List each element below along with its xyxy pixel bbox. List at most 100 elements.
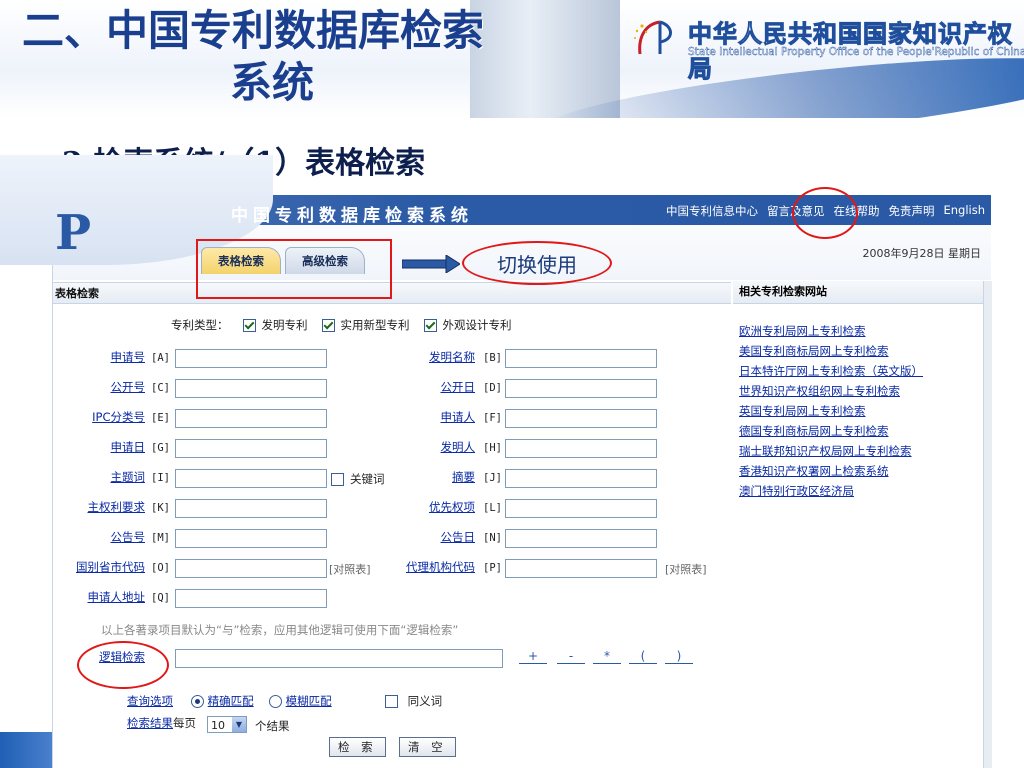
logic-search-input[interactable]	[175, 649, 503, 668]
radio-icon[interactable]	[191, 695, 204, 708]
field-label-priority[interactable]: 优先权项	[429, 499, 475, 515]
site-link[interactable]: 澳门特别行政区经济局	[739, 481, 923, 501]
op-lparen[interactable]: (	[629, 649, 657, 664]
field-label-agency-code[interactable]: 代理机构代码	[406, 559, 475, 575]
input-publication-no[interactable]	[175, 379, 327, 398]
op-or[interactable]: -	[557, 649, 585, 664]
field-label-ipc[interactable]: IPC分类号	[92, 409, 145, 425]
site-link[interactable]: 日本特许厅网上专利检索（英文版）	[739, 361, 923, 381]
input-priority[interactable]	[505, 499, 657, 518]
ref-table-link[interactable]: [对照表]	[329, 561, 371, 577]
synonym-option[interactable]: 同义词	[385, 693, 442, 709]
checkbox-icon[interactable]	[321, 319, 335, 332]
nav-info-center[interactable]: 中国专利信息中心	[666, 203, 758, 219]
radio-icon[interactable]	[269, 695, 282, 708]
field-label-application-date[interactable]: 申请日	[111, 439, 146, 455]
related-sites-title: 相关专利检索网站	[733, 281, 983, 304]
input-publication-date[interactable]	[505, 379, 657, 398]
field-label-country-code[interactable]: 国别省市代码	[76, 559, 145, 575]
patent-type-label: 专利类型：	[171, 318, 229, 332]
search-button[interactable]: 检 索	[329, 737, 386, 757]
row-7: 公告号 [M] 公告日 [N]	[53, 529, 731, 551]
input-applicant[interactable]	[505, 409, 657, 428]
field-code: [D]	[483, 382, 502, 394]
ref-table-link[interactable]: [对照表]	[665, 561, 707, 577]
input-subject[interactable]	[175, 469, 327, 488]
input-main-claim[interactable]	[175, 499, 327, 518]
type-invention[interactable]: 发明专利	[242, 317, 308, 333]
field-label-abstract[interactable]: 摘要	[452, 469, 475, 485]
input-country-code[interactable]	[175, 559, 327, 578]
type-design[interactable]: 外观设计专利	[423, 317, 512, 333]
checkbox-icon[interactable]	[331, 473, 344, 486]
slide-title-line2: 系统	[230, 58, 315, 107]
field-label-publication-date[interactable]: 公开日	[441, 379, 476, 395]
match-fuzzy[interactable]: 模糊匹配	[269, 693, 332, 709]
field-code: [O]	[151, 562, 170, 574]
field-code: [E]	[151, 412, 170, 424]
query-options-label[interactable]: 查询选项	[127, 693, 173, 709]
field-label-grant-no[interactable]: 公告号	[111, 529, 146, 545]
clear-button[interactable]: 清 空	[399, 737, 456, 757]
field-label-applicant-address[interactable]: 申请人地址	[88, 589, 146, 605]
row-8: 国别省市代码 [O] [对照表] 代理机构代码 [P] [对照表]	[53, 559, 731, 581]
results-label[interactable]: 检索结果	[127, 715, 173, 731]
input-ipc[interactable]	[175, 409, 327, 428]
op-not[interactable]: *	[593, 649, 621, 664]
date-display: 2008年9月28日 星期日	[862, 247, 982, 260]
row-1: 申请号 [A] 发明名称 [B]	[53, 349, 731, 371]
field-label-inventor[interactable]: 发明人	[441, 439, 476, 455]
input-application-date[interactable]	[175, 439, 327, 458]
input-invention-name[interactable]	[505, 349, 657, 368]
keyword-option[interactable]: 关键词	[331, 471, 385, 487]
input-application-no[interactable]	[175, 349, 327, 368]
checkbox-icon[interactable]	[423, 319, 437, 332]
op-and[interactable]: +	[519, 649, 547, 664]
site-link[interactable]: 欧洲专利局网上专利检索	[739, 321, 923, 341]
field-label-publication-no[interactable]: 公开号	[111, 379, 146, 395]
slide-title: 二、中国专利数据库检索	[22, 6, 485, 55]
field-code: [J]	[483, 472, 502, 484]
related-sites-list: 欧洲专利局网上专利检索 美国专利商标局网上专利检索 日本特许厅网上专利检索（英文…	[739, 321, 923, 501]
field-label-main-claim[interactable]: 主权利要求	[88, 499, 146, 515]
op-rparen[interactable]: )	[665, 649, 693, 664]
field-label-grant-date[interactable]: 公告日	[441, 529, 476, 545]
row-2: 公开号 [C] 公开日 [D]	[53, 379, 731, 401]
field-code: [N]	[483, 532, 502, 544]
search-form: 专利类型： 发明专利 实用新型专利 外观设计专利 申请号 [A] 发明名称 [B…	[53, 305, 731, 768]
field-label-invention-name[interactable]: 发明名称	[429, 349, 475, 365]
patent-type-row: 专利类型： 发明专利 实用新型专利 外观设计专利	[171, 317, 512, 333]
input-grant-no[interactable]	[175, 529, 327, 548]
type-invention-label: 发明专利	[261, 318, 308, 332]
type-design-label: 外观设计专利	[442, 318, 512, 332]
row-6: 主权利要求 [K] 优先权项 [L]	[53, 499, 731, 521]
site-link[interactable]: 瑞士联邦知识产权局网上专利检索	[739, 441, 923, 461]
field-label-subject[interactable]: 主题词	[111, 469, 146, 485]
site-link[interactable]: 德国专利商标局网上专利检索	[739, 421, 923, 441]
arrow-right-icon	[402, 255, 460, 273]
field-code: [G]	[151, 442, 170, 454]
checkbox-icon[interactable]	[242, 319, 256, 332]
site-link[interactable]: 美国专利商标局网上专利检索	[739, 341, 923, 361]
type-utility[interactable]: 实用新型专利	[321, 317, 410, 333]
input-applicant-address[interactable]	[175, 589, 327, 608]
nav-english[interactable]: English	[943, 203, 985, 219]
per-page-select[interactable]: 10 ▼	[207, 716, 247, 733]
field-label-applicant[interactable]: 申请人	[441, 409, 476, 425]
site-link[interactable]: 英国专利局网上专利检索	[739, 401, 923, 421]
site-link[interactable]: 香港知识产权署网上检索系统	[739, 461, 923, 481]
input-inventor[interactable]	[505, 439, 657, 458]
match-exact-label: 精确匹配	[207, 694, 254, 708]
input-agency-code[interactable]	[505, 559, 657, 578]
site-link[interactable]: 世界知识产权组织网上专利检索	[739, 381, 923, 401]
field-code: [A]	[151, 352, 170, 364]
field-code: [M]	[151, 532, 170, 544]
nav-disclaimer[interactable]: 免责声明	[888, 203, 934, 219]
chevron-down-icon[interactable]: ▼	[232, 717, 246, 732]
input-abstract[interactable]	[505, 469, 657, 488]
match-exact[interactable]: 精确匹配	[191, 693, 254, 709]
scrollbar[interactable]	[983, 281, 992, 768]
field-label-application-no[interactable]: 申请号	[111, 349, 146, 365]
input-grant-date[interactable]	[505, 529, 657, 548]
checkbox-icon[interactable]	[385, 695, 398, 708]
